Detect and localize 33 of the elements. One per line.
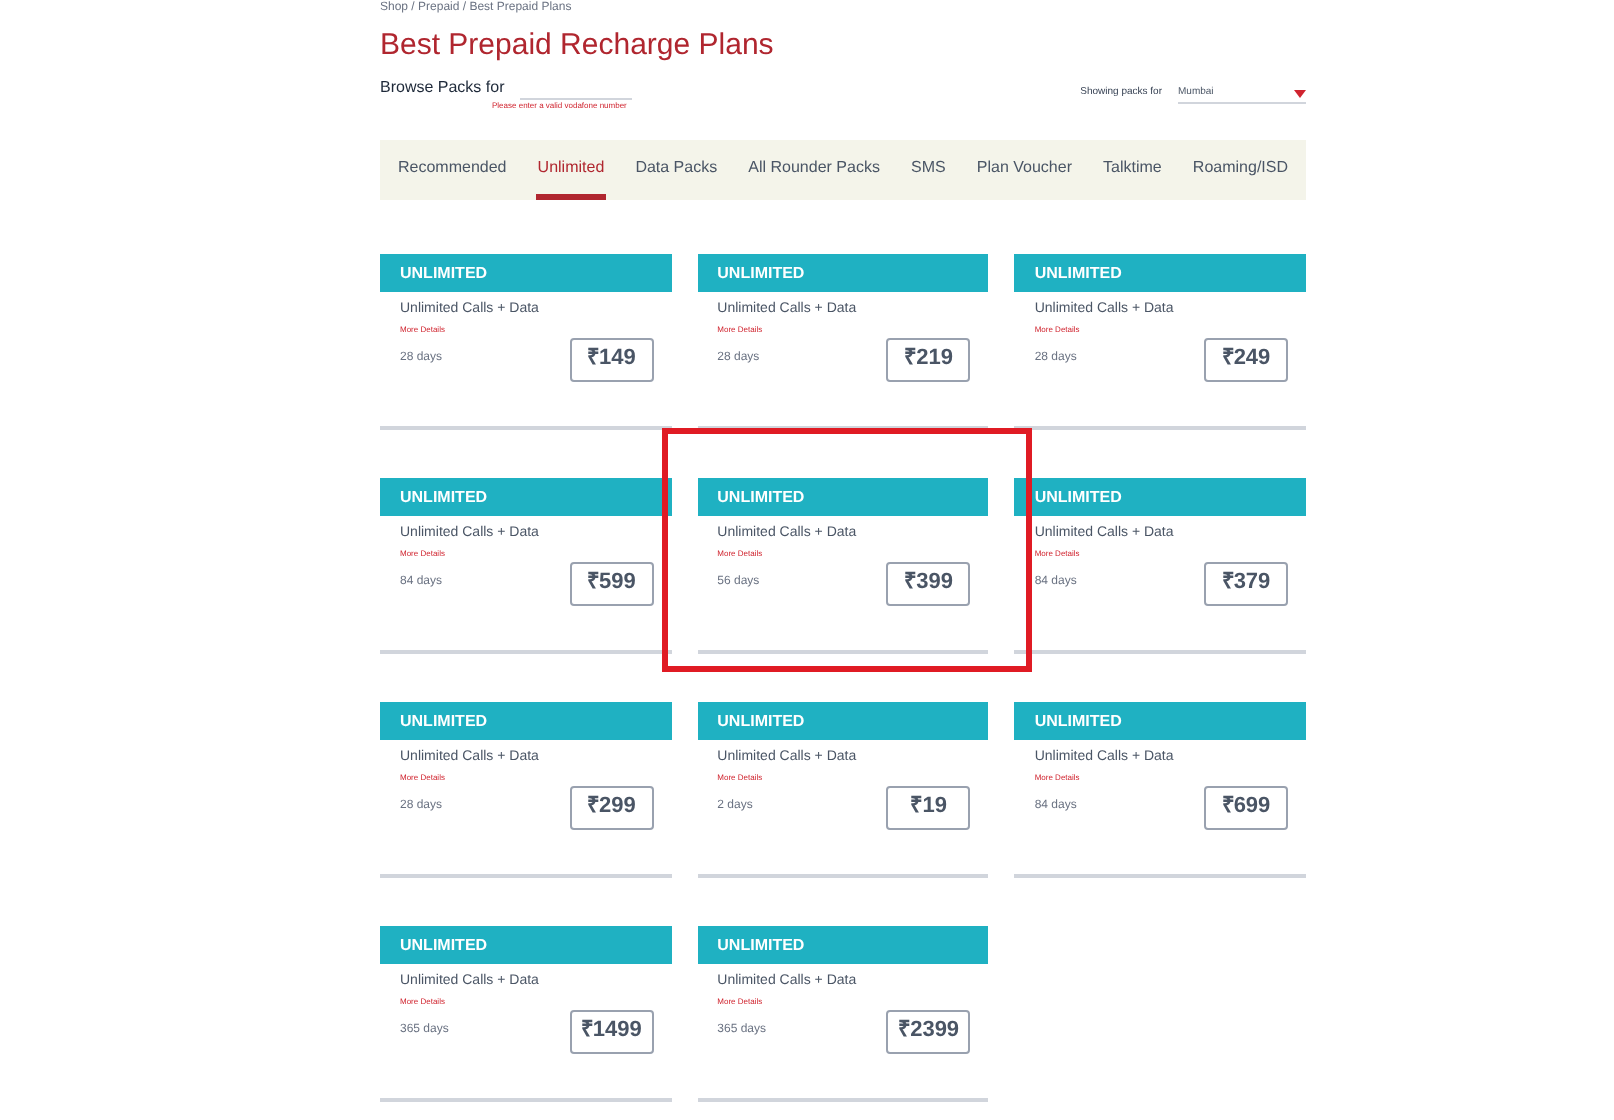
plan-header: UNLIMITED (697, 254, 989, 292)
price-button[interactable]: ₹379 (1204, 561, 1288, 605)
plan-tab[interactable]: All Rounder Packs (746, 140, 882, 200)
price-button[interactable]: ₹299 (569, 785, 654, 829)
price-button[interactable]: ₹249 (1204, 337, 1288, 381)
price-button[interactable]: ₹399 (886, 561, 971, 605)
plan-tab[interactable]: SMS (909, 140, 948, 200)
browse-label: Browse Packs for (380, 76, 505, 100)
price-button[interactable]: ₹19 (886, 785, 971, 829)
price-button[interactable]: ₹149 (569, 337, 654, 381)
price-button[interactable]: ₹699 (1204, 785, 1288, 829)
plan-tab[interactable]: Recommended (396, 140, 509, 200)
plan-tab[interactable]: Roaming/ISD (1190, 140, 1290, 200)
plan-header: UNLIMITED (1014, 702, 1306, 740)
price-button[interactable]: ₹2399 (886, 1009, 971, 1053)
plan-tab[interactable]: Plan Voucher (974, 140, 1074, 200)
caret-icon (1294, 89, 1306, 97)
plan-tab[interactable]: Talktime (1101, 140, 1164, 200)
plan-tab[interactable]: Unlimited (535, 140, 607, 200)
plan-header: UNLIMITED (697, 926, 989, 964)
plan-header: UNLIMITED (380, 254, 672, 292)
page-title: Best Prepaid Recharge Plans (380, 28, 776, 64)
plan-header: UNLIMITED (1014, 478, 1306, 516)
plan-header: UNLIMITED (1014, 254, 1306, 292)
plan-tab[interactable]: Data Packs (633, 140, 720, 200)
plan-header: UNLIMITED (697, 478, 989, 516)
plan-header: UNLIMITED (380, 702, 672, 740)
price-button[interactable]: ₹219 (886, 337, 971, 381)
price-button[interactable]: ₹599 (569, 561, 654, 605)
plan-header: UNLIMITED (697, 702, 989, 740)
plan-header: UNLIMITED (380, 478, 672, 516)
price-button[interactable]: ₹1499 (569, 1009, 654, 1053)
plan-header: UNLIMITED (380, 926, 672, 964)
